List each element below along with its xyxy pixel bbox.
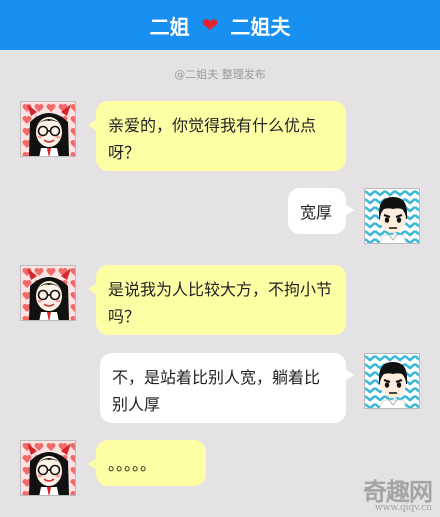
- message-text: 宽厚: [300, 203, 333, 222]
- message-bubble[interactable]: 是说我为人比较大方，不拘小节吗？: [88, 265, 346, 335]
- message-text: 是说我为人比较大方，不拘小节吗？: [108, 280, 333, 326]
- girl-avatar-icon: [21, 266, 75, 320]
- message-text: 不，是站着比别人宽，躺着比别人厚: [112, 368, 321, 414]
- boy-avatar[interactable]: [364, 188, 420, 244]
- message-text: 亲爱的，你觉得我有什么优点呀？: [108, 116, 317, 162]
- message-bubble[interactable]: 亲爱的，你觉得我有什么优点呀？: [88, 101, 346, 171]
- message-bubble[interactable]: 。。。。。: [88, 440, 206, 486]
- girl-avatar[interactable]: [20, 101, 76, 157]
- boy-avatar-icon: [365, 189, 419, 243]
- message-text: 。。。。。: [108, 455, 157, 474]
- message-bubble[interactable]: 不，是站着比别人宽，躺着比别人厚: [100, 353, 354, 423]
- girl-avatar-icon: [21, 102, 75, 156]
- message-bubble[interactable]: 宽厚: [288, 188, 354, 234]
- boy-avatar-icon: [365, 354, 419, 408]
- header-left-name: 二姐: [149, 14, 190, 39]
- watermark-logo: 奇趣网: [363, 477, 433, 506]
- credit-text: @二姐夫 整理发布: [174, 68, 266, 81]
- boy-avatar[interactable]: [364, 353, 420, 409]
- site-watermark: 奇趣网 www.qiqv.cn: [363, 472, 433, 513]
- chat-header: 二姐 ❤ 二姐夫: [0, 0, 440, 50]
- header-right-name: 二姐夫: [230, 14, 291, 39]
- heart-icon: ❤: [201, 13, 219, 37]
- girl-avatar[interactable]: [20, 265, 76, 321]
- girl-avatar-icon: [21, 441, 75, 495]
- girl-avatar[interactable]: [20, 440, 76, 496]
